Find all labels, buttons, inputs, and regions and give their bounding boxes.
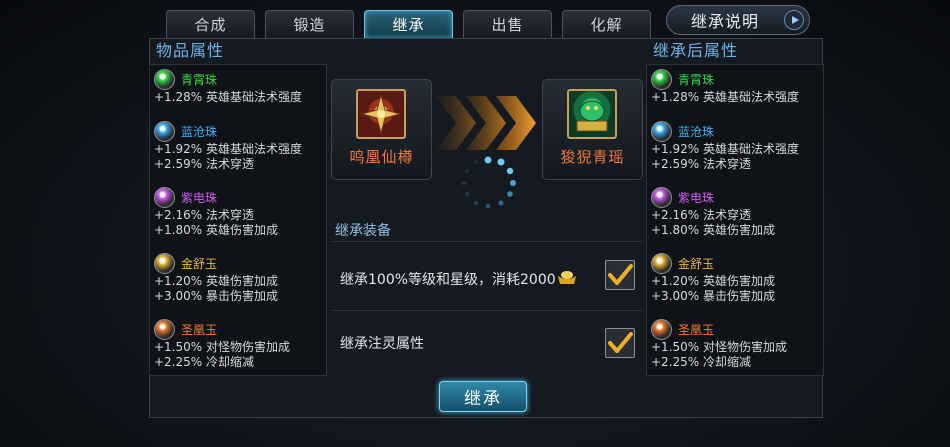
gem-name: 金舒玉 xyxy=(678,256,715,271)
inherited-attributes-panel: 继承后属性 青霄珠 +1.28% 英雄基础法术强度蓝沧珠 +1.92% 英雄基础法术… xyxy=(646,40,824,376)
inherit-level-option[interactable]: 继承100%等级和星级，消耗2000 xyxy=(332,245,643,307)
help-button-label: 继承说明 xyxy=(691,12,760,31)
green-orb-icon xyxy=(154,68,175,90)
inherit-equip-title: 继承装备 xyxy=(332,220,643,242)
inherit-help-button[interactable]: 继承说明 xyxy=(666,5,810,35)
tab-dissolve[interactable]: 化解 xyxy=(562,10,651,39)
gem-stat: +2.25% 冷却缩减 xyxy=(154,355,254,369)
green-orb-icon xyxy=(651,68,672,90)
tab-synthesize[interactable]: 合成 xyxy=(166,10,255,39)
gem-stat: +1.28% 英雄基础法术强度 xyxy=(651,90,799,104)
jade-beast-icon xyxy=(567,89,617,139)
inherit-button[interactable]: 继承 xyxy=(439,381,527,412)
gem-entry: 圣凰玉 +1.50% 对怪物伤害加成 +2.25% 冷却缩减 xyxy=(154,318,326,370)
gem-entry: 金舒玉 +1.20% 英雄伤害加成 +3.00% 暴击伤害加成 xyxy=(154,252,326,304)
gem-header: 紫电珠 xyxy=(154,186,326,208)
gem-stat: +1.50% 对怪物伤害加成 xyxy=(154,340,290,354)
gem-stat: +1.20% 英雄伤害加成 xyxy=(154,274,278,288)
target-item-slot[interactable]: 狻猊青瑶 xyxy=(542,79,643,180)
gem-stat: +2.59% 法术穿透 xyxy=(651,157,751,171)
gem-entry: 蓝沧珠 +1.92% 英雄基础法术强度 +2.59% 法术穿透 xyxy=(154,120,326,172)
play-arrow-icon xyxy=(784,10,804,30)
gem-header: 蓝沧珠 xyxy=(154,120,326,142)
gem-header: 圣凰玉 xyxy=(154,318,326,340)
tab-sell[interactable]: 出售 xyxy=(463,10,552,39)
source-item-name: 鸣凰仙樽 xyxy=(349,148,414,166)
tab-inherit[interactable]: 继承 xyxy=(364,10,453,39)
gem-name: 金舒玉 xyxy=(181,256,218,271)
inherit-spirit-checkbox[interactable] xyxy=(605,328,635,358)
gem-name: 紫电珠 xyxy=(678,190,715,205)
item-attributes-panel: 物品属性 青霄珠 +1.28% 英雄基础法术强度蓝沧珠 +1.92% 英雄基础法术强… xyxy=(149,40,327,376)
gem-header: 青霄珠 xyxy=(154,68,326,90)
gem-entry: 青霄珠 +1.28% 英雄基础法术强度 xyxy=(651,68,823,105)
inherit-level-checkbox[interactable] xyxy=(605,260,635,290)
gem-stat: +1.80% 英雄伤害加成 xyxy=(154,223,278,237)
gem-stat: +1.92% 英雄基础法术强度 xyxy=(651,142,799,156)
orange-jade-icon xyxy=(154,318,175,340)
gem-entry: 圣凰玉 +1.50% 对怪物伤害加成 +2.25% 冷却缩减 xyxy=(651,318,823,370)
gem-stat: +2.16% 法术穿透 xyxy=(154,208,254,222)
gem-entry: 紫电珠 +2.16% 法术穿透 +1.80% 英雄伤害加成 xyxy=(651,186,823,238)
gem-stat: +2.25% 冷却缩减 xyxy=(651,355,751,369)
gem-name: 蓝沧珠 xyxy=(181,124,218,139)
gold-jade-icon xyxy=(651,252,672,274)
panel-title: 物品属性 xyxy=(156,41,225,60)
blue-orb-icon xyxy=(154,120,175,142)
panel-title: 继承后属性 xyxy=(653,41,739,60)
blue-orb-icon xyxy=(651,120,672,142)
gem-list: 青霄珠 +1.28% 英雄基础法术强度蓝沧珠 +1.92% 英雄基础法术强度 +2.5… xyxy=(646,64,824,376)
gem-entry: 蓝沧珠 +1.92% 英雄基础法术强度 +2.59% 法术穿透 xyxy=(651,120,823,172)
gem-stat: +3.00% 暴击伤害加成 xyxy=(651,289,775,303)
gem-stat: +2.16% 法术穿透 xyxy=(651,208,751,222)
gem-name: 紫电珠 xyxy=(181,190,218,205)
gem-stat: +1.20% 英雄伤害加成 xyxy=(651,274,775,288)
gem-list: 青霄珠 +1.28% 英雄基础法术强度蓝沧珠 +1.92% 英雄基础法术强度 +2.5… xyxy=(149,64,327,376)
gem-entry: 紫电珠 +2.16% 法术穿透 +1.80% 英雄伤害加成 xyxy=(154,186,326,238)
gold-ingot-icon xyxy=(558,271,576,284)
gem-stat: +1.80% 英雄伤害加成 xyxy=(651,223,775,237)
gem-header: 青霄珠 xyxy=(651,68,823,90)
source-item-slot[interactable]: 鸣凰仙樽 xyxy=(331,79,432,180)
gem-header: 蓝沧珠 xyxy=(651,120,823,142)
gem-stat: +1.92% 英雄基础法术强度 xyxy=(154,142,302,156)
purple-orb-icon xyxy=(651,186,672,208)
target-item-name: 狻猊青瑶 xyxy=(560,148,625,166)
option-label: 继承100%等级和星级，消耗2000 xyxy=(340,272,556,288)
purple-orb-icon xyxy=(154,186,175,208)
gem-header: 金舒玉 xyxy=(154,252,326,274)
gem-stat: +2.59% 法术穿透 xyxy=(154,157,254,171)
loading-spinner-icon xyxy=(462,156,516,209)
gem-header: 金舒玉 xyxy=(651,252,823,274)
orange-jade-icon xyxy=(651,318,672,340)
gem-name: 圣凰玉 xyxy=(181,322,218,337)
gem-stat: +1.28% 英雄基础法术强度 xyxy=(154,90,302,104)
golden-cross-weapon-icon xyxy=(356,89,406,139)
gem-entry: 青霄珠 +1.28% 英雄基础法术强度 xyxy=(154,68,326,105)
transfer-arrows-icon xyxy=(436,96,536,150)
divider xyxy=(332,310,643,311)
gold-jade-icon xyxy=(154,252,175,274)
gem-name: 圣凰玉 xyxy=(678,322,715,337)
checkmark-icon xyxy=(608,332,633,353)
gem-header: 紫电珠 xyxy=(651,186,823,208)
gem-header: 圣凰玉 xyxy=(651,318,823,340)
checkmark-icon xyxy=(608,264,633,285)
inherit-spirit-option[interactable]: 继承注灵属性 xyxy=(332,312,643,374)
gem-entry: 金舒玉 +1.20% 英雄伤害加成 +3.00% 暴击伤害加成 xyxy=(651,252,823,304)
gem-name: 蓝沧珠 xyxy=(678,124,715,139)
gem-stat: +1.50% 对怪物伤害加成 xyxy=(651,340,787,354)
gem-name: 青霄珠 xyxy=(181,72,218,87)
tab-forge[interactable]: 锻造 xyxy=(265,10,354,39)
option-label: 继承注灵属性 xyxy=(340,336,424,352)
gem-name: 青霄珠 xyxy=(678,72,715,87)
gem-stat: +3.00% 暴击伤害加成 xyxy=(154,289,278,303)
